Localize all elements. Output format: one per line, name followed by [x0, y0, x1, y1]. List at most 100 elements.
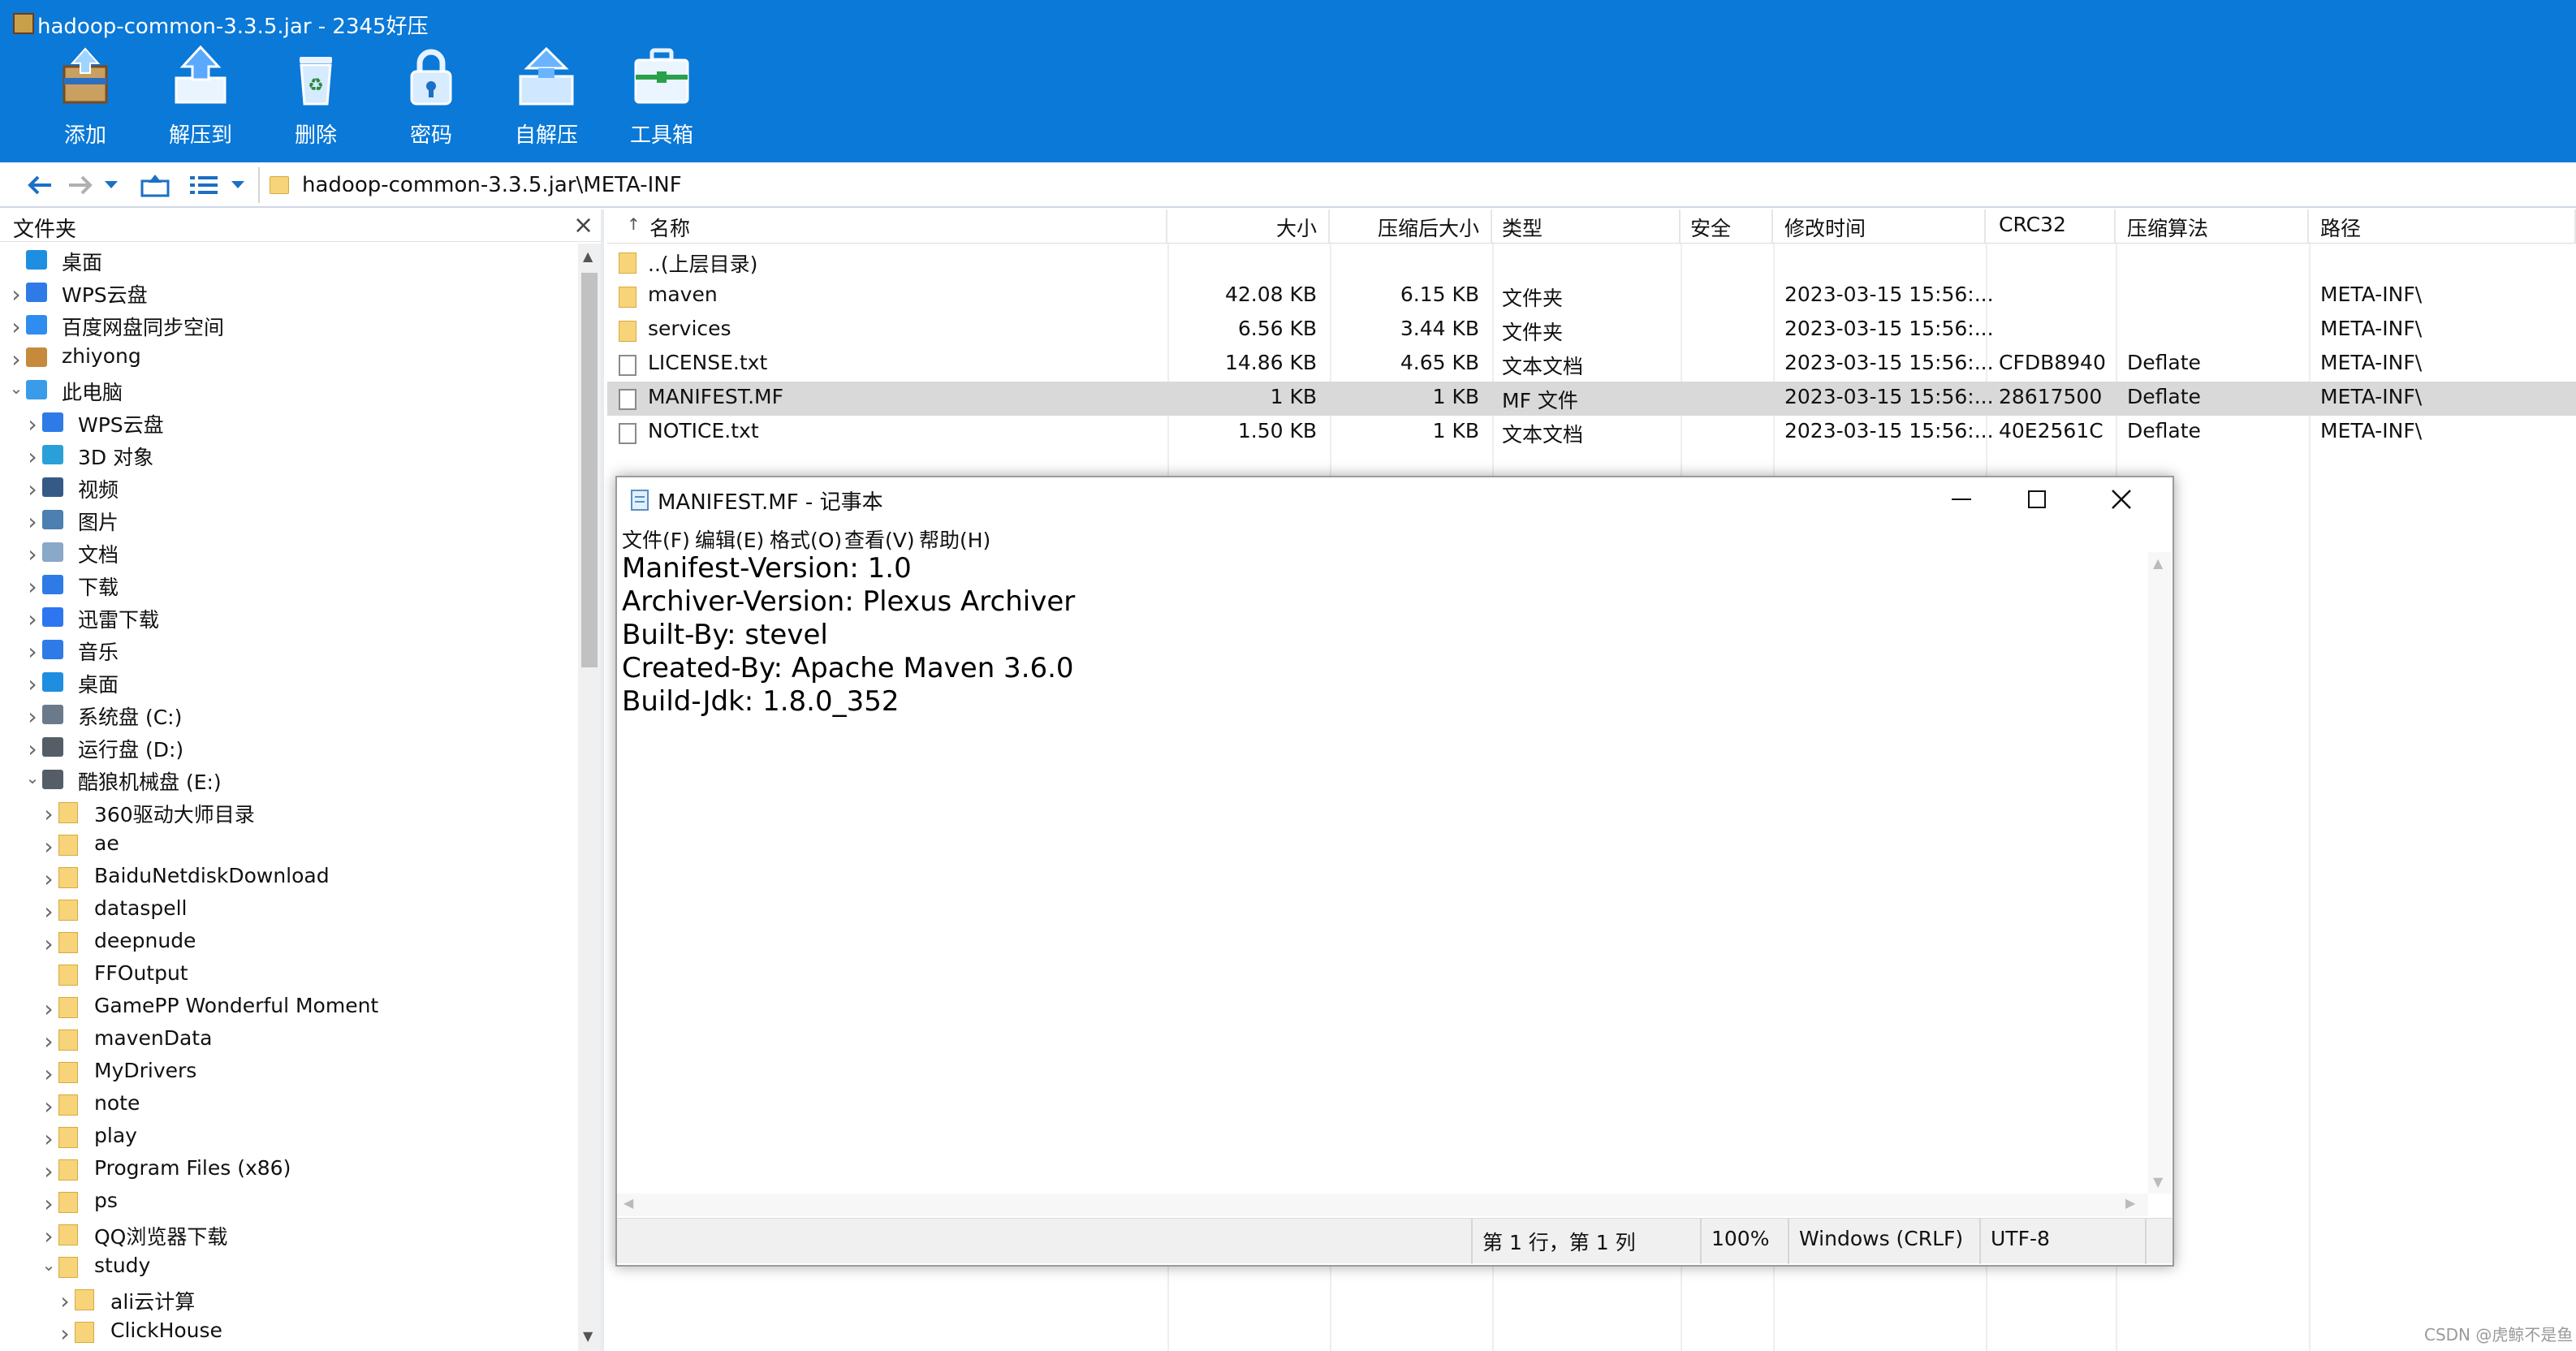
tree-item[interactable]: › zhiyong [0, 341, 578, 373]
scroll-up-icon[interactable]: ▲ [2153, 555, 2163, 571]
tree-item[interactable]: › 百度网盘同步空间 [0, 309, 578, 341]
chevron-right-icon[interactable]: › [57, 1320, 73, 1347]
notepad-titlebar[interactable]: MANIFEST.MF - 记事本 [617, 477, 2173, 523]
menu-file[interactable]: 文件(F) [622, 524, 690, 554]
chevron-down-icon[interactable]: ⌄ [41, 1255, 57, 1275]
col-size-header[interactable]: 大小 [1167, 209, 1330, 244]
chevron-right-icon[interactable]: › [24, 671, 41, 697]
chevron-right-icon[interactable]: › [41, 1158, 57, 1185]
scroll-left-icon[interactable]: ◀ [624, 1195, 633, 1211]
chevron-right-icon[interactable]: › [41, 995, 57, 1022]
chevron-right-icon[interactable]: › [24, 411, 41, 438]
extract-to-button[interactable]: 解压到 [153, 45, 248, 153]
minimize-button[interactable] [1926, 477, 1999, 523]
tree-item[interactable]: FFOutput [0, 958, 578, 991]
tree-item[interactable]: 桌面 [0, 244, 578, 276]
menu-edit[interactable]: 编辑(E) [695, 524, 764, 554]
close-button[interactable] [2075, 477, 2169, 523]
file-row[interactable]: maven 42.08 KB 6.15 KB 文件夹 2023-03-15 15:56:… [607, 279, 2576, 313]
tree-item[interactable]: › dataspell [0, 893, 578, 926]
folder-tree-scrollbar[interactable]: ▲ ▼ [578, 244, 601, 1351]
tree-item[interactable]: › WPS云盘 [0, 276, 578, 309]
chevron-right-icon[interactable]: › [24, 443, 41, 470]
chevron-right-icon[interactable]: › [8, 313, 24, 340]
tree-item[interactable]: › 迅雷下载 [0, 601, 578, 633]
chevron-right-icon[interactable]: › [41, 1223, 57, 1250]
tree-item[interactable]: › WPS云盘 [0, 406, 578, 438]
add-button[interactable]: 添加 [37, 45, 133, 153]
chevron-right-icon[interactable]: › [41, 1093, 57, 1120]
file-row[interactable]: services 6.56 KB 3.44 KB 文件夹 2023-03-15 15:5… [607, 313, 2576, 347]
col-packed-size-header[interactable]: 压缩后大小 [1330, 209, 1492, 244]
tree-item[interactable]: › GamePP Wonderful Moment [0, 991, 578, 1023]
tree-item[interactable]: ⌄ study [0, 1250, 578, 1283]
tree-item[interactable]: › 图片 [0, 503, 578, 536]
file-row[interactable]: ..(上层目录) [607, 245, 2576, 279]
tree-item[interactable]: › note [0, 1088, 578, 1120]
chevron-right-icon[interactable]: › [24, 638, 41, 665]
tree-item[interactable]: ⌄ 酷狼机械盘 (E:) [0, 763, 578, 796]
tree-item[interactable]: › mavenData [0, 1023, 578, 1055]
col-method-header[interactable]: 压缩算法 [2116, 209, 2309, 244]
tree-item[interactable]: › BaiduNetdiskDownload [0, 861, 578, 893]
tree-item[interactable]: › ae [0, 828, 578, 861]
chevron-right-icon[interactable]: › [41, 1190, 57, 1217]
chevron-right-icon[interactable]: › [41, 1060, 57, 1087]
chevron-right-icon[interactable]: › [41, 898, 57, 925]
maximize-button[interactable] [2000, 477, 2073, 523]
chevron-down-icon[interactable]: ⌄ [24, 768, 41, 788]
tree-item[interactable]: › play [0, 1120, 578, 1153]
chevron-right-icon[interactable]: › [41, 833, 57, 860]
self-extract-button[interactable]: 自解压 [498, 45, 594, 153]
tree-item[interactable]: ⌄ 此电脑 [0, 373, 578, 406]
tree-item[interactable]: › 文档 [0, 536, 578, 568]
file-row[interactable]: NOTICE.txt 1.50 KB 1 KB 文本文档 2023-03-15 15:5… [607, 416, 2576, 450]
tree-item[interactable]: › 360驱动大师目录 [0, 796, 578, 828]
back-button[interactable] [21, 167, 58, 203]
view-mode-button[interactable] [185, 167, 222, 203]
col-path-header[interactable]: 路径 [2309, 209, 2576, 244]
scroll-down-icon[interactable]: ▼ [2153, 1174, 2163, 1189]
scroll-right-icon[interactable]: ▶ [2125, 1195, 2135, 1211]
chevron-right-icon[interactable]: › [41, 801, 57, 827]
close-icon[interactable]: × [573, 211, 593, 240]
history-dropdown[interactable] [99, 167, 123, 203]
scroll-down-icon[interactable]: ▼ [583, 1328, 593, 1344]
scrollbar-thumb[interactable] [581, 273, 598, 667]
chevron-right-icon[interactable]: › [24, 736, 41, 762]
chevron-right-icon[interactable]: › [24, 541, 41, 568]
chevron-right-icon[interactable]: › [24, 703, 41, 730]
chevron-right-icon[interactable]: › [8, 281, 24, 308]
tree-item[interactable]: › ClickHouse [0, 1315, 578, 1348]
file-row[interactable]: MANIFEST.MF 1 KB 1 KB MF 文件 2023-03-15 15:56… [607, 382, 2576, 416]
notepad-vertical-scrollbar[interactable]: ▲ ▼ [2148, 552, 2171, 1193]
tree-item[interactable]: › 视频 [0, 471, 578, 503]
path-field[interactable]: hadoop-common-3.3.5.jar\META-INF [258, 167, 2572, 203]
notepad-text-area[interactable]: Manifest-Version: 1.0 Archiver-Version: P… [622, 552, 2148, 1193]
col-security-header[interactable]: 安全 [1681, 209, 1773, 244]
col-modified-header[interactable]: 修改时间 [1773, 209, 1986, 244]
file-row[interactable]: LICENSE.txt 14.86 KB 4.65 KB 文本文档 2023-03-15… [607, 347, 2576, 382]
view-mode-dropdown[interactable] [226, 167, 250, 203]
tree-item[interactable]: › ali云计算 [0, 1283, 578, 1315]
chevron-right-icon[interactable]: › [41, 865, 57, 892]
chevron-right-icon[interactable]: › [57, 1288, 73, 1314]
chevron-right-icon[interactable]: › [24, 508, 41, 535]
menu-format[interactable]: 格式(O) [770, 524, 842, 554]
menu-help[interactable]: 帮助(H) [919, 524, 990, 554]
col-name-header[interactable]: 名称 [607, 209, 1167, 244]
tree-item[interactable]: › ps [0, 1185, 578, 1218]
tree-item[interactable]: › MyDrivers [0, 1055, 578, 1088]
scroll-up-icon[interactable]: ▲ [583, 248, 593, 264]
col-crc32-header[interactable]: CRC32 [1986, 209, 2116, 244]
notepad-horizontal-scrollbar[interactable]: ◀ ▶ [617, 1193, 2148, 1216]
tree-item[interactable]: › 系统盘 (C:) [0, 698, 578, 731]
chevron-right-icon[interactable]: › [41, 930, 57, 957]
tree-item[interactable]: › deepnude [0, 926, 578, 958]
chevron-right-icon[interactable]: › [24, 606, 41, 632]
menu-view[interactable]: 查看(V) [844, 524, 915, 554]
col-type-header[interactable]: 类型 [1492, 209, 1681, 244]
tree-item[interactable]: › 3D 对象 [0, 438, 578, 471]
tree-item[interactable]: › Program Files (x86) [0, 1153, 578, 1185]
up-folder-button[interactable] [136, 167, 174, 203]
